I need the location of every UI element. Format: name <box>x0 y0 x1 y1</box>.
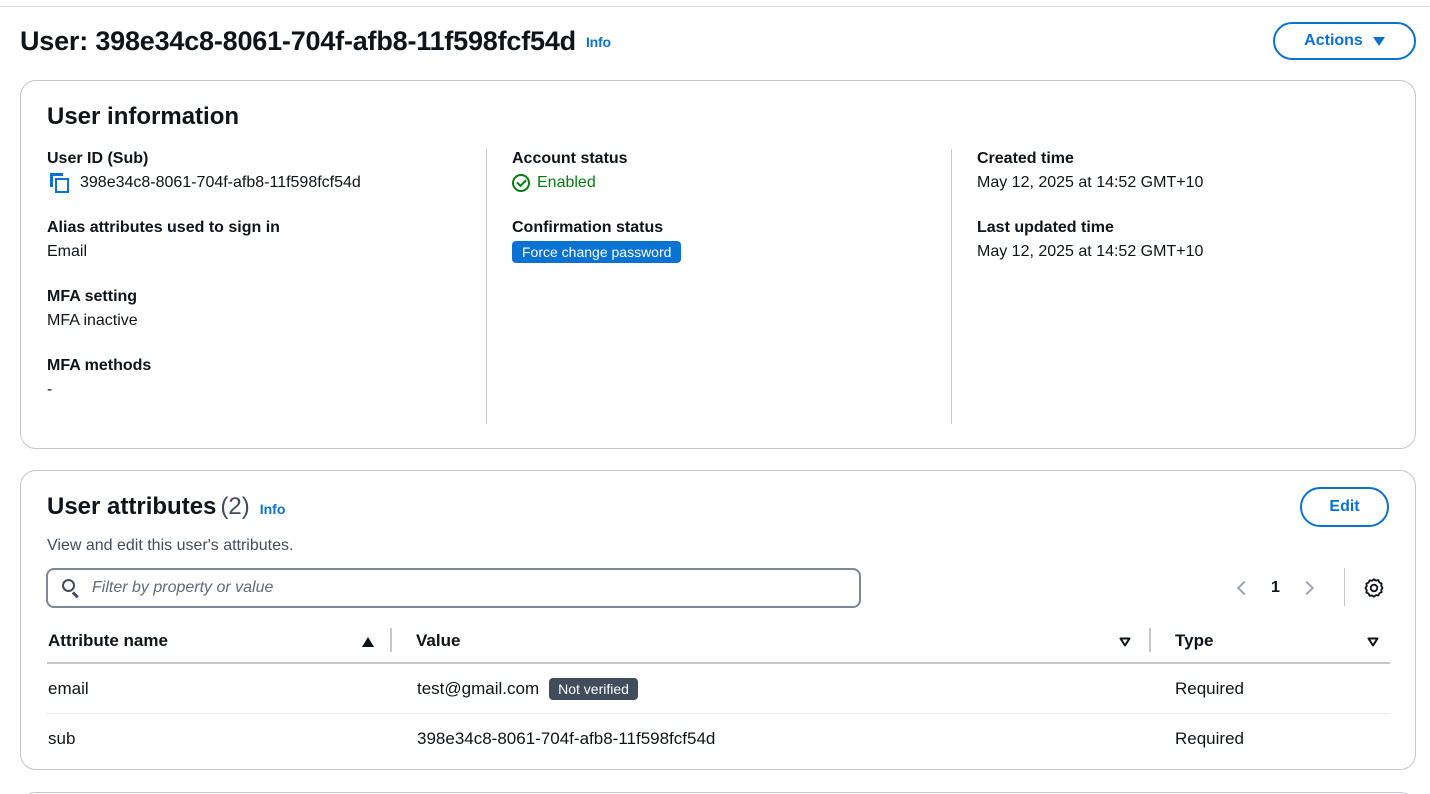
column-header-attribute-name[interactable]: Attribute name <box>48 621 378 661</box>
attribute-value-text: test@gmail.com <box>417 679 540 698</box>
user-attributes-header: User attributes (2) Info <box>47 491 285 525</box>
mfa-setting-value: MFA inactive <box>47 312 138 329</box>
user-information-panel: User information User ID (Sub) 398e34c8-… <box>20 80 1416 449</box>
table-row: sub 398e34c8-8061-704f-afb8-11f598fcf54d… <box>47 714 1390 764</box>
attribute-type-cell: Required <box>1175 679 1244 698</box>
actions-button[interactable]: Actions <box>1273 22 1416 60</box>
last-updated-field: Last updated time May 12, 2025 at 14:52 … <box>977 218 1397 263</box>
mfa-setting-label: MFA setting <box>47 288 138 305</box>
attribute-type-cell: Required <box>1175 729 1244 748</box>
column-header-value[interactable]: Value <box>416 621 1136 661</box>
sort-ascending-icon[interactable] <box>362 637 374 647</box>
alias-attributes-label: Alias attributes used to sign in <box>47 219 280 236</box>
search-icon <box>62 579 80 599</box>
chevron-left-icon[interactable] <box>1236 580 1252 596</box>
last-updated-value: May 12, 2025 at 14:52 GMT+10 <box>977 243 1204 260</box>
check-circle-icon <box>512 174 530 192</box>
user-information-title: User information <box>47 103 240 130</box>
mfa-methods-label: MFA methods <box>47 357 152 374</box>
copy-icon[interactable] <box>50 173 72 193</box>
user-info-column-2: Account status Enabled Confirmation stat… <box>512 149 952 287</box>
account-status-field: Account status Enabled <box>512 149 952 194</box>
column-header-type[interactable]: Type <box>1175 621 1390 661</box>
page-title-text: User: 398e34c8-8061-704f-afb8-11f598fcf5… <box>20 26 576 56</box>
user-id-field: User ID (Sub) 398e34c8-8061-704f-afb8-11… <box>47 149 487 194</box>
account-status-value-row: Enabled <box>512 172 952 194</box>
caret-down-icon <box>1372 36 1385 46</box>
column-resizer[interactable] <box>1149 628 1151 652</box>
sort-icon[interactable] <box>1367 637 1379 647</box>
user-id-label: User ID (Sub) <box>47 150 149 167</box>
attribute-value-cell: 398e34c8-8061-704f-afb8-11f598fcf54d <box>417 729 716 748</box>
mfa-methods-field: MFA methods - <box>47 356 487 401</box>
user-id-value: 398e34c8-8061-704f-afb8-11f598fcf54d <box>80 174 361 191</box>
user-attributes-info-link[interactable]: Info <box>260 501 286 517</box>
chevron-right-icon[interactable] <box>1299 580 1314 596</box>
attribute-name-cell: email <box>48 679 89 698</box>
edit-button[interactable]: Edit <box>1300 487 1389 527</box>
alias-attributes-value: Email <box>47 243 88 260</box>
user-attributes-title: User attributes <box>47 493 217 520</box>
attribute-name-cell: sub <box>48 729 76 748</box>
top-divider <box>0 6 1430 7</box>
created-time-label: Created time <box>977 150 1074 167</box>
filter-input[interactable] <box>92 579 792 597</box>
pagination-divider <box>1344 568 1345 606</box>
account-status-value: Enabled <box>537 174 596 191</box>
alias-attributes-field: Alias attributes used to sign in Email <box>47 218 487 263</box>
confirmation-status-field: Confirmation status Force change passwor… <box>512 218 952 263</box>
column-resizer[interactable] <box>390 628 392 652</box>
gear-icon[interactable] <box>1363 577 1385 599</box>
verification-status-badge: Not verified <box>549 678 638 700</box>
page-info-link[interactable]: Info <box>586 34 611 50</box>
user-attributes-count: (2) <box>220 493 250 520</box>
table-header: Attribute name Value Type <box>47 621 1390 664</box>
actions-button-label: Actions <box>1304 32 1363 49</box>
confirmation-status-label: Confirmation status <box>512 219 664 236</box>
created-time-value: May 12, 2025 at 14:52 GMT+10 <box>977 174 1204 191</box>
user-attributes-description: View and edit this user's attributes. <box>47 537 294 554</box>
sort-icon[interactable] <box>1119 637 1131 647</box>
account-status-label: Account status <box>512 150 628 167</box>
last-updated-label: Last updated time <box>977 219 1114 236</box>
user-attributes-panel: User attributes (2) Info View and edit thi… <box>20 470 1416 770</box>
pagination: 1 <box>1236 574 1314 602</box>
column-divider <box>486 149 487 424</box>
user-info-column-1: User ID (Sub) 398e34c8-8061-704f-afb8-11… <box>47 149 487 425</box>
confirmation-status-badge: Force change password <box>512 241 682 263</box>
user-info-column-3: Created time May 12, 2025 at 14:52 GMT+1… <box>977 149 1397 287</box>
current-page-number[interactable]: 1 <box>1271 579 1280 597</box>
page-header: User: 398e34c8-8061-704f-afb8-11f598fcf5… <box>20 22 1416 62</box>
user-id-value-row: 398e34c8-8061-704f-afb8-11f598fcf54d <box>47 172 487 194</box>
table-row: email test@gmail.com Not verified Requir… <box>47 664 1390 714</box>
created-time-field: Created time May 12, 2025 at 14:52 GMT+1… <box>977 149 1397 194</box>
filter-field[interactable] <box>46 568 861 608</box>
attributes-table: Attribute name Value Type email test@gma… <box>47 621 1390 764</box>
mfa-methods-value: - <box>47 381 53 398</box>
column-divider <box>951 149 952 424</box>
attribute-value-cell: test@gmail.com Not verified <box>417 664 638 714</box>
page-title: User: 398e34c8-8061-704f-afb8-11f598fcf5… <box>20 22 611 62</box>
mfa-setting-field: MFA setting MFA inactive <box>47 287 487 332</box>
